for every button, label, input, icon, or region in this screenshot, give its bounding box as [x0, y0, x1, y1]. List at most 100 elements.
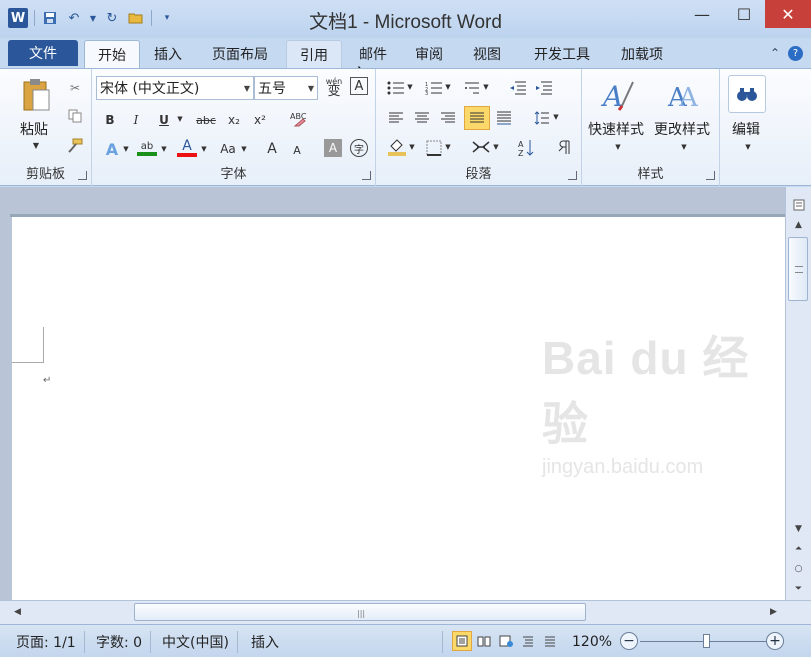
chevron-down-icon[interactable]: ▼: [406, 83, 414, 91]
change-styles-label[interactable]: 更改样式: [654, 119, 710, 139]
numbering-icon[interactable]: 123: [424, 79, 444, 97]
tab-references[interactable]: 引用: [286, 40, 342, 68]
scroll-up-icon[interactable]: ▲: [789, 217, 808, 233]
tab-developer[interactable]: 开发工具: [522, 40, 602, 68]
draft-icon[interactable]: [540, 631, 560, 651]
chevron-down-icon[interactable]: ▼: [408, 143, 416, 151]
browse-object-icon[interactable]: ○: [789, 561, 808, 577]
line-spacing-icon[interactable]: [532, 109, 552, 127]
paste-dropdown-icon[interactable]: ▼: [30, 141, 42, 150]
superscript-button[interactable]: x²: [250, 111, 270, 129]
web-layout-icon[interactable]: [496, 631, 516, 651]
bold-button[interactable]: B: [102, 111, 118, 129]
vertical-scroll-thumb[interactable]: [788, 237, 808, 301]
sort-icon[interactable]: AZ: [516, 137, 538, 159]
strikethrough-button[interactable]: abc: [194, 111, 218, 129]
change-case-button[interactable]: Aa: [216, 139, 240, 159]
quick-styles-icon[interactable]: A: [600, 77, 636, 113]
show-paragraph-marks-icon[interactable]: [554, 137, 574, 157]
styles-launcher-icon[interactable]: [706, 171, 715, 180]
maximize-button[interactable]: ☐: [723, 0, 765, 28]
chevron-down-icon[interactable]: ▼: [492, 143, 500, 151]
minimize-ribbon-icon[interactable]: ⌃: [770, 46, 780, 61]
status-language[interactable]: 中文(中国): [154, 631, 238, 653]
next-page-icon[interactable]: ⏷: [789, 581, 808, 597]
chevron-down-icon[interactable]: ▼: [552, 113, 560, 121]
chevron-down-icon[interactable]: ▼: [160, 145, 168, 153]
justify-button[interactable]: [464, 106, 490, 130]
italic-button[interactable]: I: [128, 111, 144, 129]
outline-icon[interactable]: [518, 631, 538, 651]
font-name-combo[interactable]: 宋体 (中文正文) ▼: [96, 76, 254, 100]
document-page[interactable]: ↵ Bai du 经验 jingyan.baidu.com: [12, 217, 785, 600]
chevron-down-icon[interactable]: ▼: [744, 143, 752, 151]
status-insert-mode[interactable]: 插入: [243, 631, 443, 653]
multilevel-list-icon[interactable]: [462, 79, 482, 97]
chinese-layout-icon[interactable]: [470, 137, 492, 157]
horizontal-scrollbar[interactable]: ◀ ||| ▶: [0, 600, 811, 624]
decrease-indent-icon[interactable]: [508, 79, 528, 97]
horizontal-scroll-thumb[interactable]: |||: [134, 603, 586, 621]
ruler-toggle-icon[interactable]: [789, 197, 808, 213]
align-right-icon[interactable]: [438, 109, 458, 127]
zoom-level[interactable]: 120%: [564, 631, 620, 653]
paste-icon[interactable]: [20, 77, 52, 113]
cut-icon[interactable]: ✂: [66, 79, 84, 97]
chevron-down-icon[interactable]: ▼: [244, 84, 250, 93]
enclose-char-button[interactable]: 字: [350, 139, 368, 157]
previous-page-icon[interactable]: ⏶: [789, 541, 808, 557]
font-launcher-icon[interactable]: [362, 171, 371, 180]
full-screen-reading-icon[interactable]: [474, 631, 494, 651]
zoom-out-button[interactable]: −: [620, 632, 638, 650]
minimize-button[interactable]: —: [681, 0, 723, 28]
grow-font-button[interactable]: A: [262, 139, 282, 159]
chevron-down-icon[interactable]: ▼: [122, 145, 130, 153]
status-word-count[interactable]: 字数: 0: [88, 631, 152, 653]
font-size-combo[interactable]: 五号 ▼: [254, 76, 318, 100]
clear-formatting-icon[interactable]: ABC: [288, 109, 308, 129]
underline-button[interactable]: U: [156, 111, 172, 129]
text-effects-icon[interactable]: A: [102, 139, 122, 159]
tab-mailings[interactable]: 邮件: [350, 40, 396, 68]
zoom-in-button[interactable]: +: [766, 632, 784, 650]
paste-label[interactable]: 粘贴: [20, 119, 48, 139]
chevron-down-icon[interactable]: ▼: [200, 145, 208, 153]
scroll-left-icon[interactable]: ◀: [8, 604, 27, 620]
print-layout-icon[interactable]: [452, 631, 472, 651]
align-left-icon[interactable]: [386, 109, 406, 127]
change-styles-icon[interactable]: AA: [666, 77, 702, 113]
paragraph-launcher-icon[interactable]: [568, 171, 577, 180]
chevron-down-icon[interactable]: ▼: [680, 143, 688, 151]
chevron-down-icon[interactable]: ▼: [308, 84, 314, 93]
tab-insert[interactable]: 插入: [145, 40, 191, 68]
tab-addins[interactable]: 加载项: [610, 40, 674, 68]
chevron-down-icon[interactable]: ▼: [482, 83, 490, 91]
tab-file[interactable]: 文件: [8, 40, 78, 66]
phonetic-guide-icon[interactable]: wén 变: [324, 75, 344, 99]
align-center-icon[interactable]: [412, 109, 432, 127]
clipboard-launcher-icon[interactable]: [78, 171, 87, 180]
editing-label[interactable]: 编辑: [732, 119, 760, 139]
copy-icon[interactable]: [66, 107, 84, 125]
increase-indent-icon[interactable]: [534, 79, 554, 97]
char-shading-icon[interactable]: A: [324, 139, 342, 157]
help-icon[interactable]: ?: [788, 46, 803, 61]
tab-page-layout[interactable]: 页面布局: [200, 40, 280, 68]
status-page[interactable]: 页面: 1/1: [8, 631, 85, 653]
char-border-icon[interactable]: A: [350, 77, 368, 95]
font-color-icon[interactable]: A: [176, 137, 198, 159]
chevron-down-icon[interactable]: ▼: [240, 145, 248, 153]
tab-view[interactable]: 视图: [464, 40, 510, 68]
zoom-slider-knob[interactable]: [703, 634, 710, 648]
close-button[interactable]: ✕: [765, 0, 811, 28]
chevron-down-icon[interactable]: ▼: [614, 143, 622, 151]
tab-review[interactable]: 审阅: [406, 40, 452, 68]
tab-home[interactable]: 开始: [84, 40, 140, 68]
shrink-font-button[interactable]: A: [288, 141, 306, 159]
chevron-down-icon[interactable]: ▼: [444, 143, 452, 151]
vertical-scrollbar[interactable]: ▲ ▼ ⏶ ○ ⏷: [785, 187, 811, 600]
chevron-down-icon[interactable]: ▼: [444, 83, 452, 91]
format-painter-icon[interactable]: [66, 137, 84, 155]
subscript-button[interactable]: x₂: [224, 111, 244, 129]
binoculars-icon[interactable]: [728, 75, 766, 113]
